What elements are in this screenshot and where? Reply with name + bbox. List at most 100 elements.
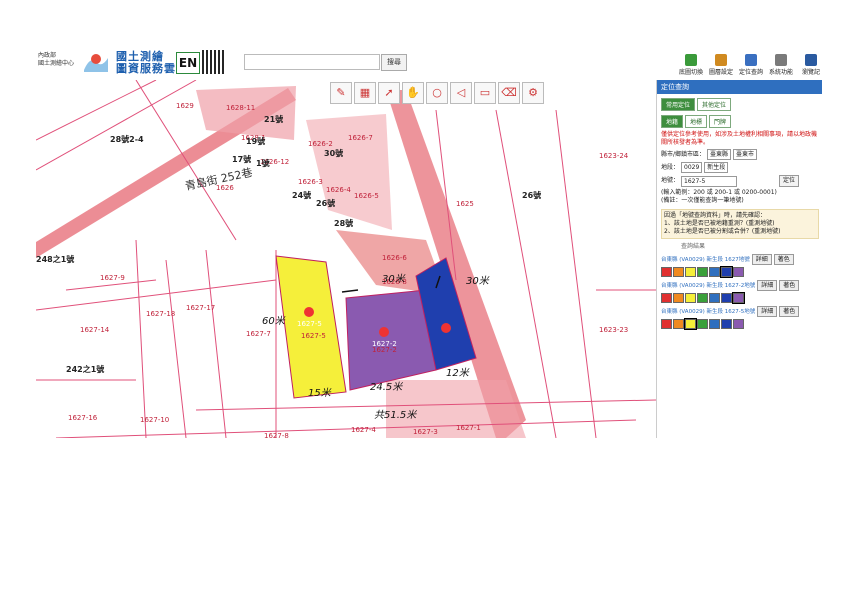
header-tool-label: 底圖切換 xyxy=(678,69,703,76)
parcel-label: 1626 xyxy=(216,184,234,192)
house-number-label: 1號 xyxy=(256,158,270,168)
header-tool-1[interactable]: 圖層設定 xyxy=(708,54,734,76)
hand-tool-icon[interactable]: ✋ xyxy=(402,82,424,104)
parcel-label: 1626-6 xyxy=(382,254,407,262)
arrow-tool-icon[interactable]: ➚ xyxy=(378,82,400,104)
color-swatch[interactable] xyxy=(733,319,744,329)
result-color-button[interactable]: 著色 xyxy=(779,280,800,291)
header-tool-icon xyxy=(745,54,757,66)
house-number-label: 26號 xyxy=(316,198,335,208)
color-swatch[interactable] xyxy=(661,319,672,329)
result-item: 台東縣 (VA0029) 新生段 1627地號 詳細 著色 xyxy=(661,254,819,278)
location-pin-icon[interactable] xyxy=(441,323,451,333)
map-canvas[interactable]: 青島街 252巷1629 1628-111628-11626-121626-316… xyxy=(36,80,656,438)
parcel-boundary xyxy=(36,279,277,311)
header-tool-3[interactable]: 系統功能 xyxy=(768,54,794,76)
result-label[interactable]: 台東縣 (VA0029) 新生段 1627-2地號 xyxy=(661,282,755,290)
color-swatch[interactable] xyxy=(709,267,720,277)
english-button[interactable]: EN xyxy=(176,52,200,74)
polygon-tool-icon[interactable]: ◁ xyxy=(450,82,472,104)
parcel-label: 1627-3 xyxy=(413,428,438,436)
pen-tool-icon[interactable]: ✎ xyxy=(330,82,352,104)
color-swatch[interactable] xyxy=(720,266,733,278)
location-pin-icon[interactable] xyxy=(379,327,389,337)
house-number-label: 19號 xyxy=(246,136,265,146)
panel-body: 僅供定位參考使用，如涉及土地權利相關事項，請以地政機關所核發者為準。 縣市/鄉鎮… xyxy=(657,128,822,332)
building-block xyxy=(196,86,296,140)
tab-other-locate[interactable]: 其他定位 xyxy=(697,98,732,111)
color-swatch[interactable] xyxy=(684,318,697,330)
panel-subtabs: 地籍 地標 門牌 xyxy=(657,111,822,128)
color-swatch[interactable] xyxy=(733,267,744,277)
result-detail-button[interactable]: 詳細 xyxy=(757,280,778,291)
house-number-label: 17號 xyxy=(232,154,251,164)
parcel-label: 1626-2 xyxy=(308,140,333,148)
marker-label: 1627-2 xyxy=(372,340,397,348)
parcel-label: 地號： xyxy=(661,177,680,184)
parcel-label: 1626-3 xyxy=(298,178,323,186)
header-tool-label: 系統功能 xyxy=(768,69,793,76)
parcel-label: 1629 xyxy=(176,102,194,110)
settings-tool-icon[interactable]: ⚙ xyxy=(522,82,544,104)
house-number-label: 28號2-4 xyxy=(110,134,144,144)
parcel-boundary xyxy=(36,80,197,171)
color-swatch[interactable] xyxy=(709,319,720,329)
handwritten-annotation: 30米 xyxy=(466,275,490,287)
color-swatch[interactable] xyxy=(673,293,684,303)
county-select[interactable]: 臺東縣 xyxy=(707,149,732,160)
color-swatch[interactable] xyxy=(685,267,696,277)
comment-tool-icon[interactable]: ▭ xyxy=(474,82,496,104)
circle-tool-icon[interactable]: ○ xyxy=(426,82,448,104)
result-color-button[interactable]: 著色 xyxy=(779,306,800,317)
color-swatch[interactable] xyxy=(721,319,732,329)
layer-tool-icon[interactable]: ▦ xyxy=(354,82,376,104)
color-swatch[interactable] xyxy=(697,319,708,329)
results-title: 查詢結果 xyxy=(681,243,706,250)
location-pin-icon[interactable] xyxy=(304,307,314,317)
parcel-label: 1626-5 xyxy=(354,192,379,200)
notice-box: 因過「地號查詢資料」時，請先確認： 1、該土地是否已被地籍重測？(重測地號) 2… xyxy=(661,209,819,239)
handwritten-annotation: 12米 xyxy=(446,367,470,379)
map-view[interactable]: 青島街 252巷 1629 1628-11 1628-1 1626-12 1626-3 16… xyxy=(36,80,656,438)
section-name-select[interactable]: 新生段 xyxy=(704,162,729,173)
color-swatch[interactable] xyxy=(673,319,684,329)
locate-button[interactable]: 定位 xyxy=(779,175,800,187)
subtab-landmark[interactable]: 地標 xyxy=(685,115,708,128)
result-detail-button[interactable]: 詳細 xyxy=(757,306,778,317)
handwritten-annotation: 共51.5米 xyxy=(374,409,417,421)
color-swatch[interactable] xyxy=(697,293,708,303)
subtab-cadastral[interactable]: 地籍 xyxy=(661,115,684,128)
header-tool-2[interactable]: 定位查詢 xyxy=(738,54,764,76)
color-swatch[interactable] xyxy=(661,267,672,277)
color-swatch[interactable] xyxy=(697,267,708,277)
result-header: 台東縣 (VA0029) 新生段 1627-5地號 詳細 著色 xyxy=(661,306,819,317)
tab-common-locate[interactable]: 常用定位 xyxy=(661,98,696,111)
color-swatch[interactable] xyxy=(709,293,720,303)
eraser-tool-icon[interactable]: ⌫ xyxy=(498,82,520,104)
subtab-address[interactable]: 門牌 xyxy=(709,115,732,128)
header-tool-4[interactable]: 瀏覽記 xyxy=(798,54,822,76)
color-swatch[interactable] xyxy=(673,267,684,277)
search-input[interactable] xyxy=(244,54,380,70)
result-label[interactable]: 台東縣 (VA0029) 新生段 1627-5地號 xyxy=(661,308,755,316)
search-button[interactable]: 搜尋 xyxy=(381,54,407,71)
result-detail-button[interactable]: 詳細 xyxy=(751,254,772,265)
brand-logo-icon xyxy=(84,54,108,72)
handwritten-annotation: 60米 xyxy=(262,315,286,327)
qr-code-icon[interactable] xyxy=(202,50,224,74)
org-name: 內政部 國土測繪中心 xyxy=(38,52,78,68)
header-tool-label: 定位查詢 xyxy=(738,69,763,76)
header-tool-0[interactable]: 底圖切換 xyxy=(678,54,704,76)
parcel-input[interactable]: 1627-5 xyxy=(681,175,738,187)
district-select[interactable]: 臺東市 xyxy=(733,149,758,160)
result-color-button[interactable]: 著色 xyxy=(773,254,794,265)
color-swatch[interactable] xyxy=(721,293,732,303)
panel-tabs: 常用定位 其他定位 xyxy=(657,94,822,111)
brand-name[interactable]: 國土測繪 圖資服務雲 xyxy=(116,51,176,75)
result-label[interactable]: 台東縣 (VA0029) 新生段 1627地號 xyxy=(661,256,750,264)
parcel-boundary xyxy=(555,109,597,438)
color-swatch[interactable] xyxy=(685,293,696,303)
section-code-input[interactable]: 0029 xyxy=(681,162,703,173)
color-swatch[interactable] xyxy=(732,292,745,304)
color-swatch[interactable] xyxy=(661,293,672,303)
